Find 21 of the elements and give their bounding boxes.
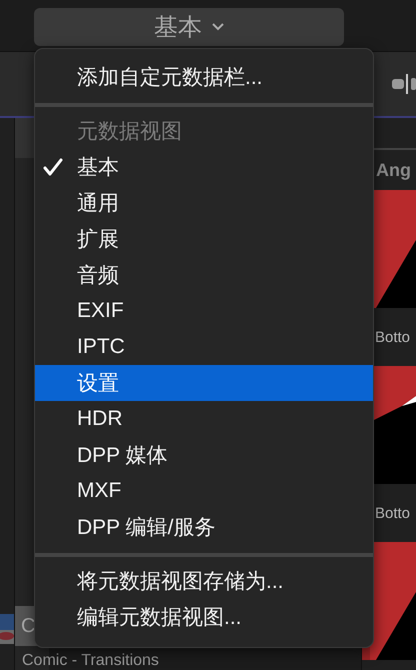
menu-item[interactable]: DPP 媒体 [35, 437, 373, 473]
menu-item[interactable]: 设置 [35, 365, 373, 401]
menu-item[interactable]: DPP 编辑/服务 [35, 509, 373, 545]
clip-label: Comic - Transitions [22, 652, 159, 670]
clip-name: Botto [374, 504, 412, 524]
column-header: Ang [375, 158, 412, 182]
menu-item[interactable]: 基本 [35, 149, 373, 185]
menu-item[interactable]: HDR [35, 401, 373, 437]
clip-name: Botto [374, 328, 412, 348]
audio-meter-icon[interactable] [390, 74, 416, 94]
menu-item[interactable]: 将元数据视图存储为... [35, 563, 373, 599]
menu-item[interactable]: 添加自定元数据栏... [35, 59, 373, 95]
chevron-down-icon [212, 23, 224, 31]
menu-item[interactable]: 音频 [35, 257, 373, 293]
view-selector-button[interactable]: 基本 [34, 8, 344, 46]
menu-item[interactable]: MXF [35, 473, 373, 509]
menu-item[interactable]: IPTC [35, 329, 373, 365]
menu-item[interactable]: EXIF [35, 293, 373, 329]
menu-item[interactable]: 通用 [35, 185, 373, 221]
menu-item[interactable]: 扩展 [35, 221, 373, 257]
menu-section-header: 元数据视图 [76, 119, 183, 145]
